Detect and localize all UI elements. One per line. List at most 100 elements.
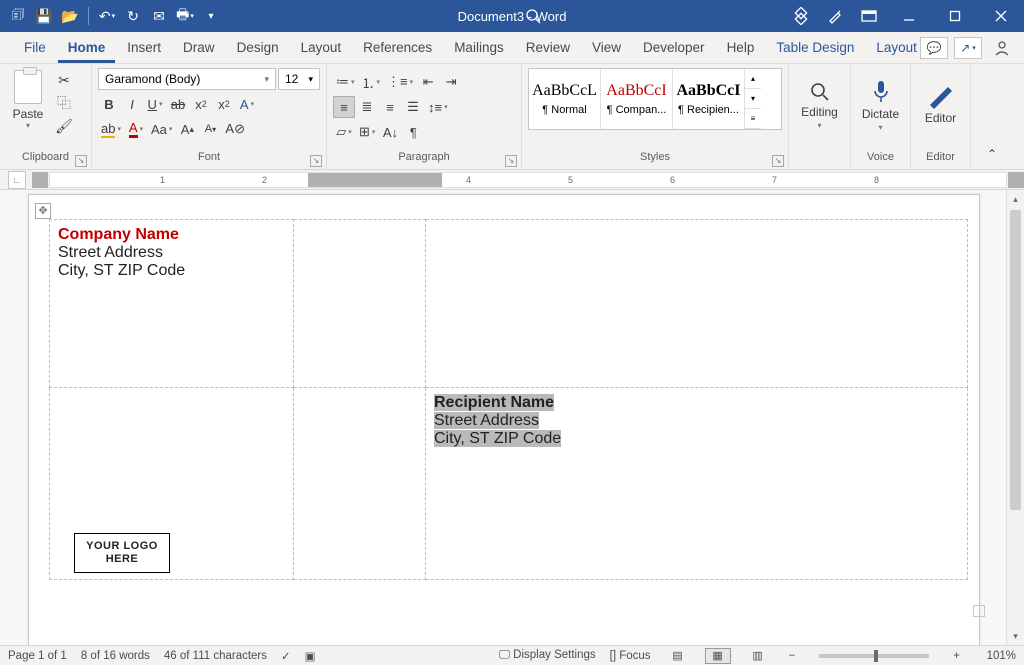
open-icon[interactable]: 📂 — [58, 4, 82, 28]
zoom-out-button[interactable]: − — [785, 650, 800, 662]
bullets-button[interactable]: ≔▾ — [333, 71, 358, 93]
subscript-button[interactable]: x2 — [190, 93, 212, 115]
editor-button[interactable]: Editor — [917, 68, 964, 138]
line-spacing-button[interactable]: ↕≡▾ — [425, 96, 451, 118]
numbering-button[interactable]: ⒈▾ — [359, 71, 384, 93]
style-normal[interactable]: AaBbCcL ¶ Normal — [529, 69, 601, 129]
diamond-icon[interactable] — [784, 0, 818, 32]
page[interactable]: ✥ Company Name Street Address City, ST Z… — [28, 194, 980, 645]
macro-icon[interactable]: ▣ — [305, 649, 316, 663]
align-left-button[interactable]: ≡ — [333, 96, 355, 118]
decrease-indent-button[interactable]: ⇤ — [417, 71, 439, 93]
styles-gallery[interactable]: AaBbCcL ¶ Normal AaBbCcI ¶ Compan... AaB… — [528, 68, 782, 130]
horizontal-ruler[interactable]: ∟ 1 2 4 5 6 7 8 — [0, 170, 1024, 190]
dictate-button[interactable]: Dictate ▾ — [857, 68, 904, 138]
read-mode-icon[interactable]: ▤ — [665, 648, 691, 664]
increase-indent-button[interactable]: ⇥ — [440, 71, 462, 93]
paste-button[interactable]: Paste ▾ — [6, 68, 50, 138]
share-button[interactable]: ↗ ▾ — [954, 37, 982, 59]
tab-review[interactable]: Review — [516, 34, 580, 63]
scroll-down-icon[interactable]: ▾ — [1007, 627, 1024, 645]
highlight-button[interactable]: ab▾ — [98, 118, 124, 140]
tab-developer[interactable]: Developer — [633, 34, 715, 63]
company-city[interactable]: City, ST ZIP Code — [58, 262, 285, 280]
tab-insert[interactable]: Insert — [117, 34, 171, 63]
recipient-street[interactable]: Street Address — [434, 412, 539, 429]
clear-formatting-button[interactable]: A⊘ — [222, 118, 248, 140]
styles-more-icon[interactable]: ≡ — [745, 109, 761, 129]
document-area[interactable]: ✥ Company Name Street Address City, ST Z… — [0, 190, 1024, 645]
clipboard-launcher-icon[interactable]: ↘ — [75, 155, 87, 167]
envelope-table[interactable]: Company Name Street Address City, ST ZIP… — [49, 219, 968, 580]
autosave-icon[interactable]: 🗊 — [6, 4, 30, 28]
company-street[interactable]: Street Address — [58, 244, 285, 262]
tab-draw[interactable]: Draw — [173, 34, 225, 63]
tab-design[interactable]: Design — [227, 34, 289, 63]
tab-view[interactable]: View — [582, 34, 631, 63]
mail-icon[interactable]: ✉ — [147, 4, 171, 28]
text-effects-button[interactable]: A▾ — [236, 93, 258, 115]
show-marks-button[interactable]: ¶ — [402, 121, 424, 143]
spellcheck-icon[interactable]: ✓ — [281, 649, 291, 663]
tab-table-design[interactable]: Table Design — [766, 34, 864, 63]
style-company[interactable]: AaBbCcI ¶ Compan... — [601, 69, 673, 129]
comments-button[interactable]: 💬 — [920, 37, 948, 59]
paragraph-launcher-icon[interactable]: ↘ — [505, 155, 517, 167]
sender-cell[interactable]: Company Name Street Address City, ST ZIP… — [50, 220, 294, 388]
recipient-cell[interactable]: Recipient Name Street Address City, ST Z… — [426, 388, 968, 580]
logo-cell[interactable]: YOUR LOGOHERE — [50, 388, 294, 580]
tab-mailings[interactable]: Mailings — [444, 34, 514, 63]
zoom-slider[interactable] — [819, 654, 929, 658]
font-launcher-icon[interactable]: ↘ — [310, 155, 322, 167]
shading-button[interactable]: ▱▾ — [333, 121, 355, 143]
italic-button[interactable]: I — [121, 93, 143, 115]
styles-launcher-icon[interactable]: ↘ — [772, 155, 784, 167]
tab-references[interactable]: References — [353, 34, 442, 63]
strike-button[interactable]: ab — [167, 93, 189, 115]
recipient-city[interactable]: City, ST ZIP Code — [434, 430, 561, 447]
shrink-font-button[interactable]: A▾ — [199, 118, 221, 140]
zoom-level[interactable]: 101% — [978, 650, 1016, 662]
tab-selector-icon[interactable]: ∟ — [8, 171, 26, 189]
grow-font-button[interactable]: A▴ — [176, 118, 198, 140]
close-button[interactable] — [978, 0, 1024, 32]
multilevel-button[interactable]: ⋮≡▾ — [384, 71, 416, 93]
styles-up-icon[interactable]: ▴ — [745, 69, 761, 89]
superscript-button[interactable]: x2 — [213, 93, 235, 115]
align-center-button[interactable]: ≣ — [356, 96, 378, 118]
table-move-handle-icon[interactable]: ✥ — [35, 203, 51, 219]
account-icon[interactable] — [988, 37, 1016, 59]
collapse-ribbon-icon[interactable]: ⌃ — [981, 143, 1003, 165]
status-words[interactable]: 8 of 16 words — [81, 650, 150, 662]
scroll-thumb[interactable] — [1010, 210, 1021, 510]
font-size-dropdown[interactable]: 12▾ — [278, 68, 320, 90]
status-page[interactable]: Page 1 of 1 — [8, 650, 67, 662]
quickprint-icon[interactable]: 🖶▾ — [173, 4, 197, 28]
sort-button[interactable]: A↓ — [379, 121, 401, 143]
tab-layout[interactable]: Layout — [291, 34, 352, 63]
undo-icon[interactable]: ↶▾ — [95, 4, 119, 28]
style-recipient[interactable]: AaBbCcI ¶ Recipien... — [673, 69, 745, 129]
change-case-button[interactable]: Aa▾ — [148, 118, 175, 140]
status-chars[interactable]: 46 of 111 characters — [164, 650, 267, 662]
font-name-dropdown[interactable]: Garamond (Body)▾ — [98, 68, 276, 90]
tab-home[interactable]: Home — [58, 34, 116, 63]
spacer-cell-top[interactable] — [294, 220, 426, 388]
recipient-name[interactable]: Recipient Name — [434, 394, 554, 411]
zoom-in-button[interactable]: + — [949, 650, 964, 662]
empty-cell-top[interactable] — [426, 220, 968, 388]
logo-placeholder[interactable]: YOUR LOGOHERE — [74, 533, 170, 573]
display-settings-button[interactable]: 🖵 Display Settings — [499, 649, 596, 662]
web-layout-icon[interactable]: ▥ — [745, 648, 771, 664]
cut-icon[interactable]: ✂ — [54, 70, 74, 90]
save-icon[interactable]: 💾 — [32, 4, 56, 28]
tab-file[interactable]: File — [14, 34, 56, 63]
styles-down-icon[interactable]: ▾ — [745, 89, 761, 109]
vertical-scrollbar[interactable]: ▴ ▾ — [1006, 190, 1024, 645]
search-icon[interactable] — [522, 5, 544, 27]
ribbon-mode-icon[interactable] — [852, 0, 886, 32]
scroll-up-icon[interactable]: ▴ — [1007, 190, 1024, 208]
align-right-button[interactable]: ≡ — [379, 96, 401, 118]
tab-layout-context[interactable]: Layout — [866, 34, 927, 63]
borders-button[interactable]: ⊞▾ — [356, 121, 378, 143]
